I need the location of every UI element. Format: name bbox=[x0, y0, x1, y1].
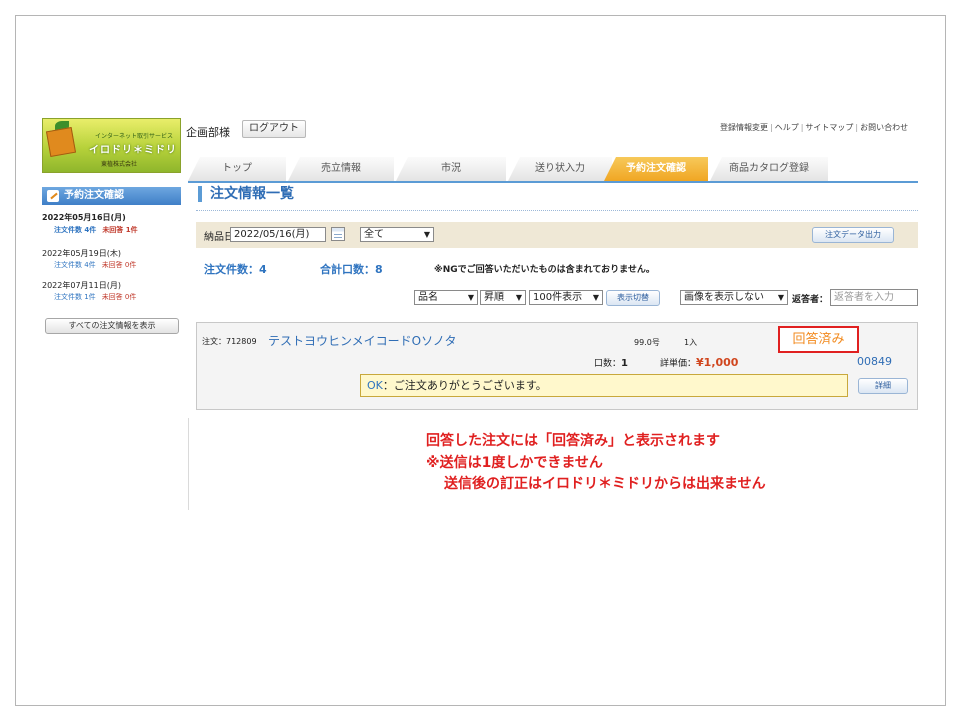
user-name: 企画部様 bbox=[186, 126, 230, 139]
tab-invoice-input[interactable]: 送り状入力 bbox=[508, 157, 612, 181]
sidebar-title-label: 予約注文確認 bbox=[64, 190, 124, 201]
switch-view-button[interactable]: 表示切替 bbox=[606, 290, 660, 306]
product-size: 99.0号 bbox=[634, 338, 660, 347]
tab-market[interactable]: 市況 bbox=[396, 157, 506, 181]
chevron-down-icon: ▼ bbox=[467, 293, 474, 302]
divider bbox=[188, 418, 189, 510]
unanswered-count: 未回答 0件 bbox=[101, 261, 137, 269]
link-account[interactable]: 登録情報変更 bbox=[720, 123, 768, 132]
calendar-icon[interactable] bbox=[331, 227, 345, 241]
product-name[interactable]: テストヨウヒンメイコードOソノタ bbox=[268, 332, 457, 349]
link-sitemap[interactable]: サイトマップ bbox=[805, 123, 853, 132]
link-contact[interactable]: お問い合わせ bbox=[860, 123, 908, 132]
tab-reservation-confirm[interactable]: 予約注文確認 bbox=[604, 157, 708, 181]
flower-box-icon bbox=[45, 126, 77, 158]
delivery-date-input[interactable]: 2022/05/16(月) bbox=[230, 227, 326, 242]
tab-auction-info[interactable]: 売立情報 bbox=[288, 157, 394, 181]
sidebar-count[interactable]: 注文件数 4件 未回答 1件 bbox=[54, 225, 138, 235]
detail-button[interactable]: 詳細 bbox=[858, 378, 908, 394]
sidebar-date[interactable]: 2022年05月19日(木) bbox=[42, 248, 121, 259]
per-page-select[interactable]: 100件表示 ▼ bbox=[529, 290, 603, 305]
chevron-down-icon: ▼ bbox=[592, 293, 599, 302]
product-pack: 1入 bbox=[684, 338, 698, 347]
scope-select[interactable]: 全て ▼ bbox=[360, 227, 434, 242]
header-links: 登録情報変更 | ヘルプ | サイトマップ | お問い合わせ bbox=[720, 123, 909, 132]
ng-note: ※NGでご回答いただいたものは含まれておりません。 bbox=[434, 265, 655, 275]
chevron-down-icon: ▼ bbox=[515, 293, 522, 302]
sidebar-count[interactable]: 注文件数 4件 未回答 0件 bbox=[54, 260, 136, 270]
logout-button[interactable]: ログアウト bbox=[242, 120, 306, 138]
main-tabs: トップ 売立情報 市況 送り状入力 予約注文確認 商品カタログ登録 bbox=[188, 157, 918, 183]
sidebar-date[interactable]: 2022年05月16日(月) bbox=[42, 212, 126, 223]
unanswered-count: 未回答 0件 bbox=[101, 293, 137, 301]
order-count: 注文件数：4 bbox=[204, 263, 267, 276]
divider bbox=[196, 210, 918, 211]
site-logo[interactable]: インターネット取引サービス イロドリ＊ミドリ 東植株式会社 bbox=[42, 118, 181, 173]
sort-field-select[interactable]: 品名 ▼ bbox=[414, 290, 478, 305]
tab-catalog-register[interactable]: 商品カタログ登録 bbox=[710, 157, 828, 181]
annotation-line: ※送信は1度しかできません bbox=[426, 455, 603, 471]
logo-title: イロドリ＊ミドリ bbox=[89, 145, 177, 156]
total-units: 合計口数：8 bbox=[320, 263, 383, 276]
product-code: 00849 bbox=[857, 355, 892, 368]
sidebar-count[interactable]: 注文件数 1件 未回答 0件 bbox=[54, 292, 136, 302]
logo-company: 東植株式会社 bbox=[101, 161, 138, 168]
unit-price: 詳単価：¥1,000 bbox=[660, 356, 739, 369]
chevron-down-icon: ▼ bbox=[777, 293, 784, 302]
annotation-line: 回答した注文には「回答済み」と表示されます bbox=[426, 433, 720, 449]
pencil-icon bbox=[47, 190, 59, 202]
sidebar-date[interactable]: 2022年07月11日(月) bbox=[42, 280, 121, 291]
unanswered-count: 未回答 1件 bbox=[102, 226, 138, 234]
tab-top[interactable]: トップ bbox=[188, 157, 286, 181]
order-number: 注文：712809 bbox=[202, 337, 257, 346]
export-order-data-button[interactable]: 注文データ出力 bbox=[812, 227, 894, 243]
logo-tagline: インターネット取引サービス bbox=[95, 133, 174, 140]
link-help[interactable]: ヘルプ bbox=[775, 123, 799, 132]
reply-message: OK：ご注文ありがとうございます。 bbox=[360, 374, 848, 397]
responder-label: 返答者： bbox=[792, 295, 829, 305]
status-badge: 回答済み bbox=[778, 326, 859, 353]
annotation-line: 送信後の訂正はイロドリ＊ミドリからは出来ません bbox=[444, 476, 766, 492]
sidebar-title: 予約注文確認 bbox=[42, 187, 181, 205]
page-title: 注文情報一覧 bbox=[198, 186, 294, 202]
units: 口数：1 bbox=[594, 358, 628, 369]
responder-input[interactable]: 返答者を入力 bbox=[830, 289, 918, 306]
show-all-orders-button[interactable]: すべての注文情報を表示 bbox=[45, 318, 179, 334]
chevron-down-icon: ▼ bbox=[423, 230, 430, 239]
sort-order-select[interactable]: 昇順 ▼ bbox=[480, 290, 526, 305]
image-display-select[interactable]: 画像を表示しない ▼ bbox=[680, 290, 788, 305]
